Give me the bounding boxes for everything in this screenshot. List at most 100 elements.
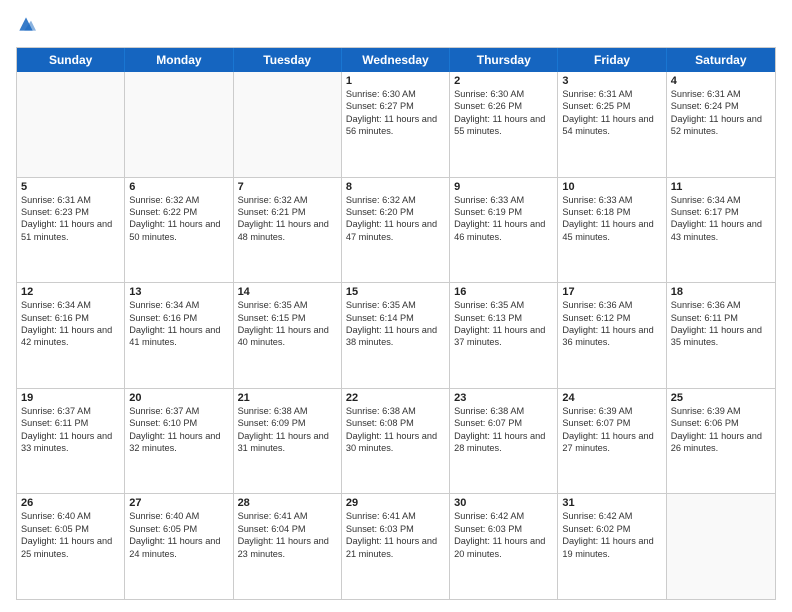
day-number: 20 <box>129 392 228 404</box>
cal-cell-5: 5Sunrise: 6:31 AMSunset: 6:23 PMDaylight… <box>17 178 125 283</box>
page: SundayMondayTuesdayWednesdayThursdayFrid… <box>0 0 792 612</box>
cal-cell-19: 19Sunrise: 6:37 AMSunset: 6:11 PMDayligh… <box>17 389 125 494</box>
sunrise-text: Sunrise: 6:36 AM <box>671 299 771 311</box>
col-header-tuesday: Tuesday <box>234 48 342 72</box>
day-number: 15 <box>346 286 445 298</box>
sunrise-text: Sunrise: 6:30 AM <box>454 88 553 100</box>
daylight-text: Daylight: 11 hours and 54 minutes. <box>562 113 661 138</box>
daylight-text: Daylight: 11 hours and 52 minutes. <box>671 113 771 138</box>
sunset-text: Sunset: 6:21 PM <box>238 206 337 218</box>
cal-cell-14: 14Sunrise: 6:35 AMSunset: 6:15 PMDayligh… <box>234 283 342 388</box>
daylight-text: Daylight: 11 hours and 46 minutes. <box>454 218 553 243</box>
calendar-body: 1Sunrise: 6:30 AMSunset: 6:27 PMDaylight… <box>17 72 775 599</box>
sunset-text: Sunset: 6:27 PM <box>346 100 445 112</box>
sunset-text: Sunset: 6:11 PM <box>21 417 120 429</box>
sunrise-text: Sunrise: 6:35 AM <box>454 299 553 311</box>
week-row-3: 12Sunrise: 6:34 AM Sunset: 6:16 PMDayligh… <box>17 283 775 389</box>
calendar: SundayMondayTuesdayWednesdayThursdayFrid… <box>16 47 776 600</box>
col-header-sunday: Sunday <box>17 48 125 72</box>
sunset-text: Sunset: 6:05 PM <box>21 523 120 535</box>
sunset-text: Sunset: 6:22 PM <box>129 206 228 218</box>
day-number: 22 <box>346 392 445 404</box>
sunrise-text: Sunrise: 6:34 AM <box>671 194 771 206</box>
daylight-text: Daylight: 11 hours and 55 minutes. <box>454 113 553 138</box>
cal-cell-empty-w0c1 <box>125 72 233 177</box>
header <box>16 12 776 39</box>
day-number: 27 <box>129 497 228 509</box>
cal-cell-8: 8Sunrise: 6:32 AMSunset: 6:20 PMDaylight… <box>342 178 450 283</box>
col-header-monday: Monday <box>125 48 233 72</box>
sunset-text: Sunset: 6:20 PM <box>346 206 445 218</box>
sunset-text: Sunset: 6:23 PM <box>21 206 120 218</box>
sunrise-text: Sunrise: 6:31 AM <box>671 88 771 100</box>
day-number: 31 <box>562 497 661 509</box>
sunrise-text: Sunrise: 6:37 AM <box>129 405 228 417</box>
col-header-friday: Friday <box>558 48 666 72</box>
daylight-text: Daylight: 11 hours and 47 minutes. <box>346 218 445 243</box>
day-number: 29 <box>346 497 445 509</box>
cal-cell-1: 1Sunrise: 6:30 AMSunset: 6:27 PMDaylight… <box>342 72 450 177</box>
day-number: 2 <box>454 75 553 87</box>
sunset-text: Sunset: 6:17 PM <box>671 206 771 218</box>
cal-cell-13: 13Sunrise: 6:34 AMSunset: 6:16 PMDayligh… <box>125 283 233 388</box>
sunrise-text: Sunrise: 6:32 AM <box>238 194 337 206</box>
day-number: 12 <box>21 286 120 298</box>
cal-cell-25: 25Sunrise: 6:39 AMSunset: 6:06 PMDayligh… <box>667 389 775 494</box>
daylight-text: Daylight: 11 hours and 30 minutes. <box>346 430 445 455</box>
sunrise-text: Sunrise: 6:33 AM <box>562 194 661 206</box>
day-number: 4 <box>671 75 771 87</box>
cal-cell-empty-w0c2 <box>234 72 342 177</box>
day-number: 10 <box>562 181 661 193</box>
cal-cell-empty-w4c6 <box>667 494 775 599</box>
day-number: 14 <box>238 286 337 298</box>
sunrise-text: Sunrise: 6:32 AM <box>129 194 228 206</box>
sunrise-text: Sunrise: 6:39 AM <box>671 405 771 417</box>
day-number: 8 <box>346 181 445 193</box>
cal-cell-20: 20Sunrise: 6:37 AMSunset: 6:10 PMDayligh… <box>125 389 233 494</box>
sunrise-text: Sunrise: 6:38 AM <box>346 405 445 417</box>
week-row-4: 19Sunrise: 6:37 AMSunset: 6:11 PMDayligh… <box>17 389 775 495</box>
day-number: 5 <box>21 181 120 193</box>
sunset-text: Sunset: 6:07 PM <box>454 417 553 429</box>
daylight-text: Daylight: 11 hours and 26 minutes. <box>671 430 771 455</box>
daylight-text: Daylight: 11 hours and 32 minutes. <box>129 430 228 455</box>
sunset-text: Sunset: 6:13 PM <box>454 312 553 324</box>
sunset-text: Sunset: 6:19 PM <box>454 206 553 218</box>
daylight-text: Daylight: 11 hours and 45 minutes. <box>562 218 661 243</box>
cal-cell-3: 3Sunrise: 6:31 AMSunset: 6:25 PMDaylight… <box>558 72 666 177</box>
daylight-text: Daylight: 11 hours and 24 minutes. <box>129 535 228 560</box>
day-number: 28 <box>238 497 337 509</box>
sunset-text: Sunset: 6:04 PM <box>238 523 337 535</box>
daylight-text: Daylight: 11 hours and 41 minutes. <box>129 324 228 349</box>
daylight-text: Daylight: 11 hours and 50 minutes. <box>129 218 228 243</box>
day-number: 17 <box>562 286 661 298</box>
daylight-text: Daylight: 11 hours and 23 minutes. <box>238 535 337 560</box>
sunset-text: Sunset: 6:16 PM <box>129 312 228 324</box>
cal-cell-27: 27Sunrise: 6:40 AMSunset: 6:05 PMDayligh… <box>125 494 233 599</box>
cal-cell-6: 6Sunrise: 6:32 AMSunset: 6:22 PMDaylight… <box>125 178 233 283</box>
cal-cell-9: 9Sunrise: 6:33 AMSunset: 6:19 PMDaylight… <box>450 178 558 283</box>
sunrise-text: Sunrise: 6:32 AM <box>346 194 445 206</box>
logo <box>16 12 38 39</box>
day-number: 7 <box>238 181 337 193</box>
daylight-text: Daylight: 11 hours and 43 minutes. <box>671 218 771 243</box>
sunset-text: Sunset: 6:26 PM <box>454 100 553 112</box>
cal-cell-empty-w0c0 <box>17 72 125 177</box>
sunrise-text: Sunrise: 6:34 AM <box>21 299 120 311</box>
daylight-text: Daylight: 11 hours and 20 minutes. <box>454 535 553 560</box>
daylight-text: Daylight: 11 hours and 28 minutes. <box>454 430 553 455</box>
col-header-thursday: Thursday <box>450 48 558 72</box>
daylight-text: Daylight: 11 hours and 33 minutes. <box>21 430 120 455</box>
sunrise-text: Sunrise: 6:38 AM <box>454 405 553 417</box>
sunrise-text: Sunrise: 6:35 AM <box>346 299 445 311</box>
sunset-text: Sunset: 6:12 PM <box>562 312 661 324</box>
sunrise-text: Sunrise: 6:38 AM <box>238 405 337 417</box>
sunset-text: Sunset: 6:09 PM <box>238 417 337 429</box>
sunrise-text: Sunrise: 6:37 AM <box>21 405 120 417</box>
sunset-text: Sunset: 6:24 PM <box>671 100 771 112</box>
day-number: 16 <box>454 286 553 298</box>
cal-cell-15: 15Sunrise: 6:35 AMSunset: 6:14 PMDayligh… <box>342 283 450 388</box>
sunset-text: Sunset: 6:07 PM <box>562 417 661 429</box>
day-number: 23 <box>454 392 553 404</box>
day-number: 21 <box>238 392 337 404</box>
